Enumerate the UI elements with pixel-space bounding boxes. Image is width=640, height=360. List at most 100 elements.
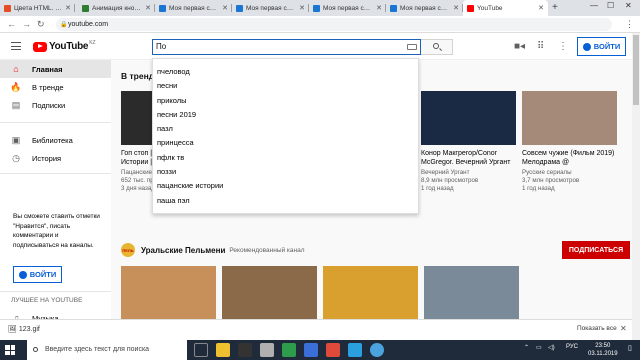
- search-suggestion[interactable]: песни 2019: [153, 108, 418, 122]
- search-suggestion[interactable]: поззи: [153, 165, 418, 179]
- video-thumbnail[interactable]: [323, 266, 418, 320]
- tab-favicon-icon: [313, 4, 320, 12]
- search-suggestion[interactable]: песни: [153, 79, 418, 93]
- lock-icon[interactable]: 🔒: [60, 21, 67, 28]
- signin-button[interactable]: ВОЙТИ: [577, 37, 626, 56]
- browser-tab[interactable]: Моя первая страница✕: [155, 0, 232, 16]
- video-channel[interactable]: Вечерний Ургант: [421, 169, 516, 177]
- tab-favicon-icon: [390, 4, 397, 12]
- search-button[interactable]: [421, 39, 453, 55]
- language-indicator[interactable]: РУС: [566, 344, 578, 350]
- video-thumbnail[interactable]: [121, 266, 216, 320]
- taskbar-search-input[interactable]: Введите здесь текст для поиска: [27, 340, 187, 360]
- minimize-icon[interactable]: —: [590, 1, 598, 10]
- tab-title: YouTube: [477, 4, 503, 12]
- sidebar-item-label: История: [32, 153, 62, 163]
- downloaded-file[interactable]: 🖼 123.gif: [8, 325, 40, 333]
- keyboard-icon[interactable]: [407, 44, 417, 50]
- sidebar-item-trending[interactable]: 🔥 В тренде: [0, 78, 111, 96]
- app-icon[interactable]: [282, 343, 296, 357]
- maximize-icon[interactable]: ☐: [607, 1, 614, 10]
- video-title[interactable]: Совсем чужие (Фильм 2019) Мелодрама @: [522, 149, 617, 167]
- apps-icon[interactable]: ⠿: [537, 41, 544, 52]
- file-explorer-icon[interactable]: [216, 343, 230, 357]
- search-suggestion[interactable]: принцесса: [153, 136, 418, 150]
- chrome-icon[interactable]: [370, 343, 384, 357]
- browser-menu-icon[interactable]: ⋮: [625, 19, 634, 30]
- video-age: 1 год назад: [522, 185, 555, 192]
- browser-tab[interactable]: Моя первая страница✕: [386, 0, 463, 16]
- scrollbar-thumb[interactable]: [633, 35, 639, 105]
- video-views: 8,9 млн просмотров: [421, 177, 479, 184]
- search-suggestion[interactable]: пчеловод: [153, 65, 418, 79]
- tab-title: Моя первая страница: [169, 4, 220, 12]
- network-icon[interactable]: ▭: [536, 344, 542, 351]
- search-suggestion[interactable]: пазл: [153, 122, 418, 136]
- sidebar-item-home[interactable]: ⌂ Главная: [0, 60, 111, 78]
- task-view-icon[interactable]: [194, 343, 208, 357]
- reload-icon[interactable]: ↻: [37, 19, 45, 30]
- browser-tab[interactable]: Моя первая страница✕: [232, 0, 309, 16]
- guide-menu-icon[interactable]: [11, 42, 21, 50]
- sidebar-item-library[interactable]: ▣ Библиотека: [0, 131, 111, 149]
- app-icon[interactable]: [304, 343, 318, 357]
- app-icon[interactable]: [260, 343, 274, 357]
- sidebar: Вы сможете ставить отметки "Нравится", п…: [0, 60, 111, 341]
- video-thumbnail[interactable]: [522, 91, 617, 145]
- logo-region: KZ: [89, 39, 96, 46]
- tab-favicon-icon: [4, 4, 11, 12]
- create-video-icon[interactable]: ■◂: [514, 41, 525, 52]
- video-card[interactable]: Совсем чужие (Фильм 2019) Мелодрама @ Рус…: [522, 91, 617, 193]
- youtube-play-icon: [33, 41, 47, 52]
- settings-icon[interactable]: ⋮: [558, 41, 568, 52]
- video-channel[interactable]: Русские сериалы: [522, 169, 617, 177]
- close-tab-icon[interactable]: ✕: [145, 4, 151, 12]
- close-tab-icon[interactable]: ✕: [299, 4, 305, 12]
- browser-tab[interactable]: YouTube ✕: [463, 0, 548, 16]
- search-suggestion[interactable]: паша пэл: [153, 194, 418, 208]
- video-thumbnail[interactable]: [421, 91, 516, 145]
- search-suggestion[interactable]: приколы: [153, 94, 418, 108]
- close-tab-icon[interactable]: ✕: [538, 4, 544, 12]
- search-suggestion[interactable]: пацанские истории: [153, 179, 418, 193]
- tray-chevron-icon[interactable]: ⌃: [524, 344, 529, 351]
- video-thumbnail[interactable]: [424, 266, 519, 320]
- subscribe-button[interactable]: ПОДПИСАТЬСЯ: [562, 241, 630, 259]
- close-tab-icon[interactable]: ✕: [222, 4, 228, 12]
- sidebar-signin-button[interactable]: ВОЙТИ: [13, 266, 62, 283]
- channel-name[interactable]: Уральские Пельмени: [141, 246, 225, 255]
- video-thumbnail[interactable]: [222, 266, 317, 320]
- back-icon[interactable]: ←: [7, 19, 16, 29]
- browser-tab-strip: + — ☐ ✕ Цвета HTML. Таблица✕Анимация кно…: [0, 0, 640, 16]
- search-input[interactable]: По: [152, 39, 421, 55]
- channel-avatar[interactable]: ПЕЛЬ: [121, 243, 135, 257]
- taskbar-clock[interactable]: 23:50 03.11.2019: [588, 342, 618, 358]
- forward-icon[interactable]: →: [22, 19, 31, 29]
- close-download-bar-icon[interactable]: ✕: [620, 324, 627, 333]
- close-window-icon[interactable]: ✕: [625, 1, 632, 10]
- video-title[interactable]: Конор Макгрегор/Conor McGregor. Вечерний…: [421, 149, 516, 167]
- signin-prompt-text: Вы сможете ставить отметки "Нравится", п…: [13, 213, 100, 249]
- app-icon[interactable]: [348, 343, 362, 357]
- close-tab-icon[interactable]: ✕: [453, 4, 459, 12]
- browser-tab[interactable]: Цвета HTML. Таблица✕: [0, 0, 75, 16]
- store-icon[interactable]: [238, 343, 252, 357]
- notifications-icon[interactable]: ▯: [628, 344, 632, 352]
- browser-tab[interactable]: Моя первая страница✕: [309, 0, 386, 16]
- sidebar-item-subscriptions[interactable]: ▤ Подписки: [0, 96, 111, 114]
- app-icon[interactable]: [326, 343, 340, 357]
- page-scrollbar[interactable]: [632, 33, 640, 340]
- new-tab-button[interactable]: +: [552, 2, 558, 13]
- video-card[interactable]: Конор Макгрегор/Conor McGregor. Вечерний…: [421, 91, 516, 193]
- sidebar-item-history[interactable]: ◷ История: [0, 149, 111, 167]
- browser-tab[interactable]: Анимация кнопки ✕: [78, 0, 155, 16]
- windows-start-icon[interactable]: [5, 345, 15, 355]
- url-field[interactable]: youtube.com: [56, 18, 612, 31]
- show-all-downloads-button[interactable]: Показать все: [577, 325, 617, 332]
- close-tab-icon[interactable]: ✕: [65, 4, 71, 12]
- volume-icon[interactable]: ◁): [548, 344, 555, 351]
- close-tab-icon[interactable]: ✕: [376, 4, 382, 12]
- youtube-logo[interactable]: YouTube KZ: [33, 39, 96, 52]
- sidebar-item-label: Библиотека: [32, 135, 73, 145]
- search-suggestion[interactable]: пфлк тв: [153, 151, 418, 165]
